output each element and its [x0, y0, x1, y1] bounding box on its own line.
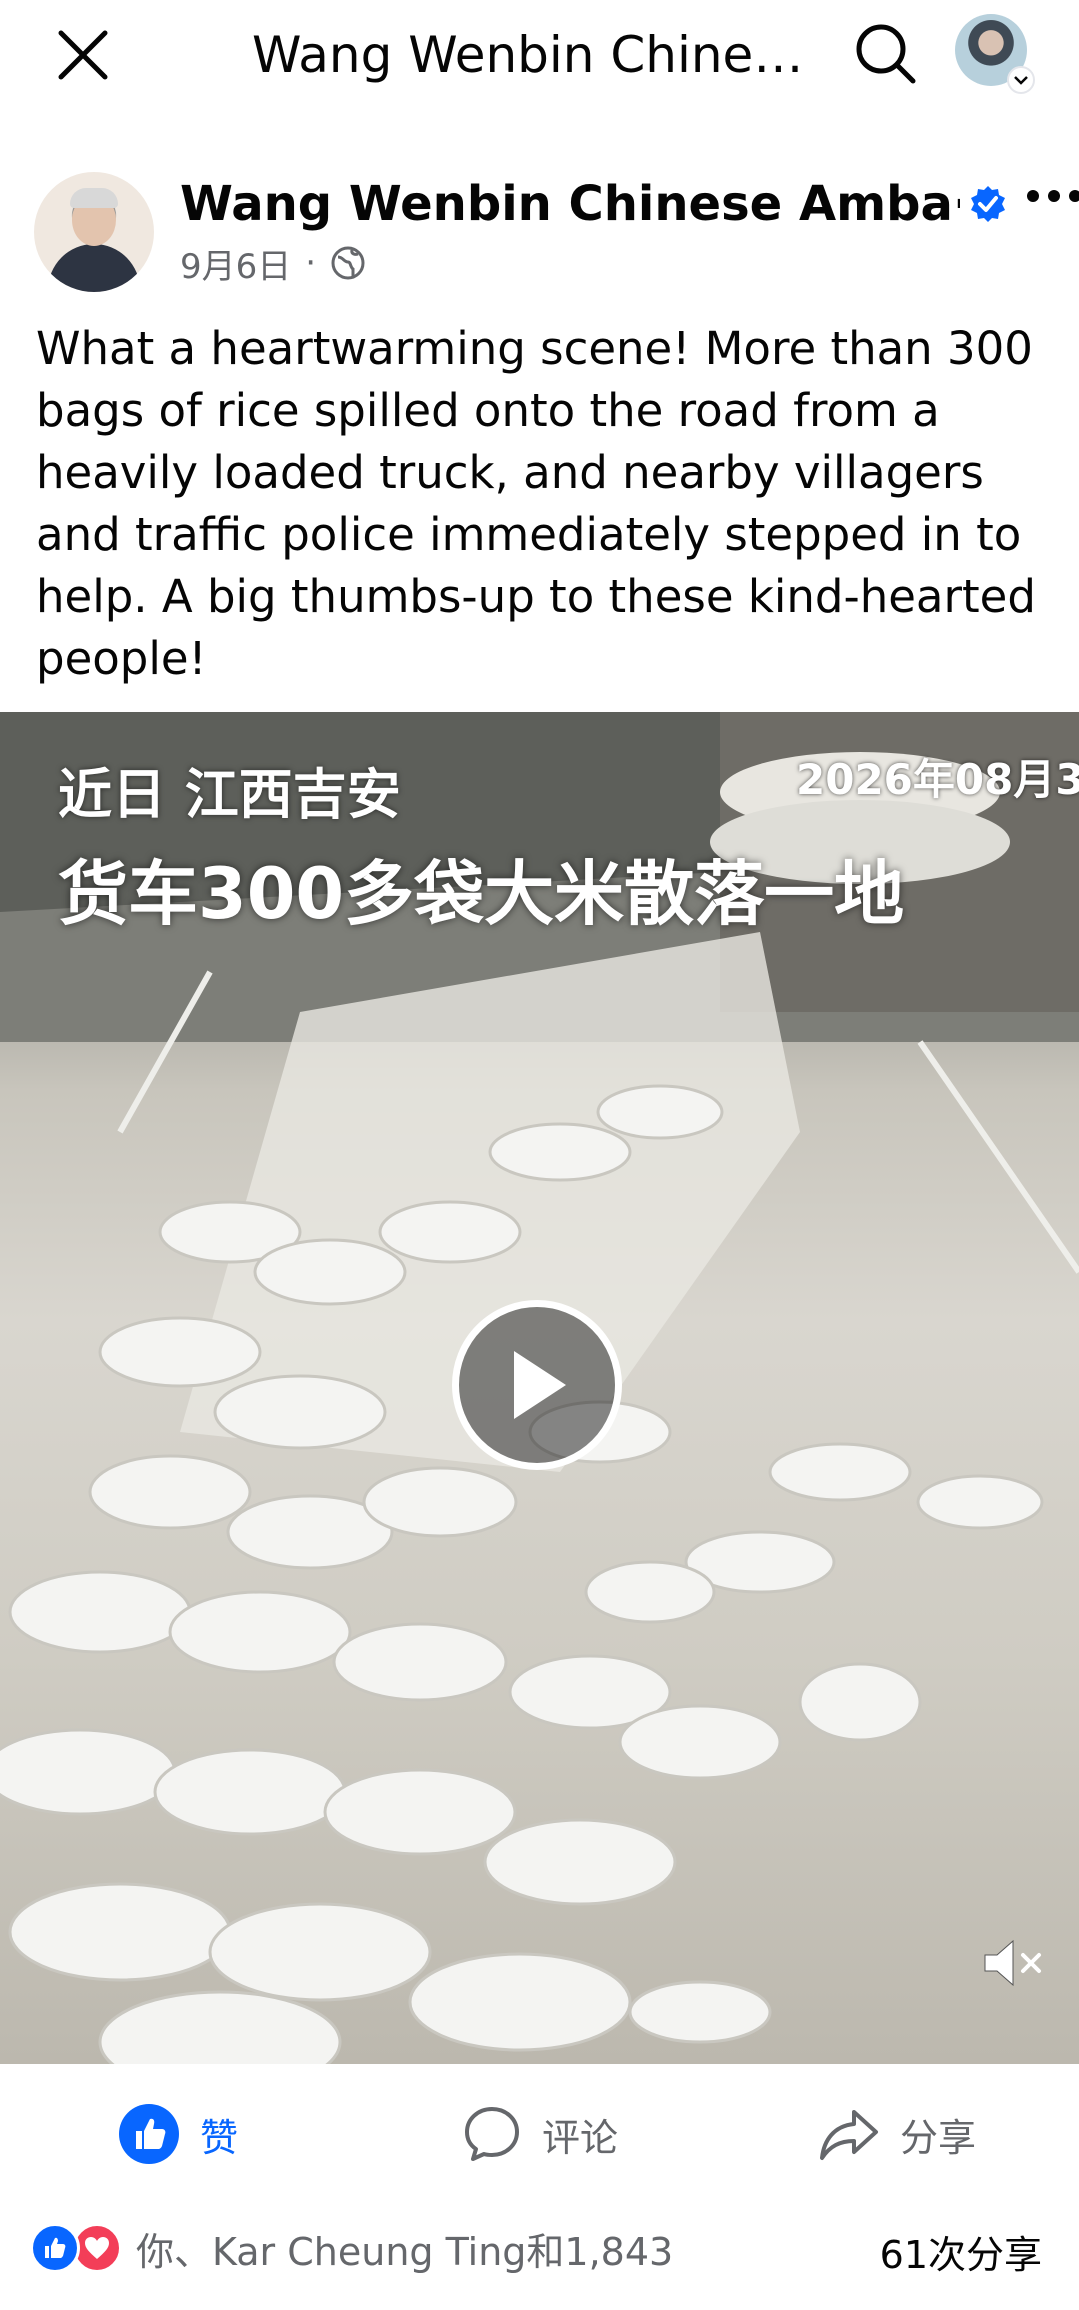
- search-icon: [856, 24, 916, 84]
- reaction-icons: [30, 2223, 122, 2273]
- more-options-icon: [1027, 190, 1079, 202]
- post-action-bar: 赞 评论 分享: [0, 2064, 1079, 2204]
- comment-button[interactable]: 评论: [462, 2099, 618, 2169]
- reaction-count-text: 你、Kar Cheung Ting和1,843: [136, 2229, 674, 2274]
- muted-speaker-icon: [984, 1939, 1041, 1987]
- video-caption-headline: 货车300多袋大米散落一地: [58, 853, 905, 935]
- top-bar: Wang Wenbin Chines···: [0, 0, 1079, 112]
- mute-toggle-button[interactable]: [976, 1930, 1052, 1996]
- globe-icon: [331, 246, 365, 280]
- play-button[interactable]: [452, 1300, 622, 1470]
- close-button[interactable]: [50, 22, 116, 88]
- post-meta: 9月6日 ·: [180, 239, 366, 288]
- post-date[interactable]: 9月6日: [180, 239, 291, 288]
- page-title: Wang Wenbin Chines···: [252, 26, 812, 84]
- like-label: 赞: [200, 2115, 239, 2160]
- share-button[interactable]: 分享: [818, 2099, 976, 2169]
- comment-icon: [465, 2107, 519, 2161]
- share-label: 分享: [900, 2115, 977, 2160]
- more-options-button[interactable]: [1024, 176, 1079, 216]
- comment-label: 评论: [542, 2115, 619, 2160]
- author-name[interactable]: Wang Wenbin Chinese Amba···: [180, 174, 960, 234]
- author-avatar[interactable]: [34, 172, 154, 292]
- search-button[interactable]: [850, 18, 922, 90]
- verified-badge-icon: [971, 186, 1005, 222]
- post-header: Wang Wenbin Chinese Amba··· 9月6日 ·: [34, 170, 1079, 300]
- profile-menu-button[interactable]: [955, 14, 1035, 94]
- meta-separator: ·: [305, 243, 317, 283]
- video-caption-location: 近日 江西吉安: [58, 763, 401, 826]
- close-icon: [58, 30, 108, 80]
- video-timestamp: 2026年08月3: [796, 755, 1079, 804]
- like-button[interactable]: 赞: [118, 2099, 238, 2169]
- share-icon: [820, 2110, 878, 2160]
- post-body-text: What a heartwarming scene! More than 300…: [36, 322, 1036, 685]
- like-reaction-icon: [30, 2223, 80, 2273]
- share-count[interactable]: 61次分享: [880, 2224, 1042, 2279]
- thumbs-up-icon: [119, 2104, 179, 2164]
- video-player[interactable]: 近日 江西吉安 货车300多袋大米散落一地 2026年08月3: [0, 712, 1079, 2064]
- chevron-down-icon: [1007, 66, 1035, 94]
- reactions-summary[interactable]: 你、Kar Cheung Ting和1,843 61次分享: [30, 2214, 1050, 2282]
- play-icon: [514, 1351, 566, 1419]
